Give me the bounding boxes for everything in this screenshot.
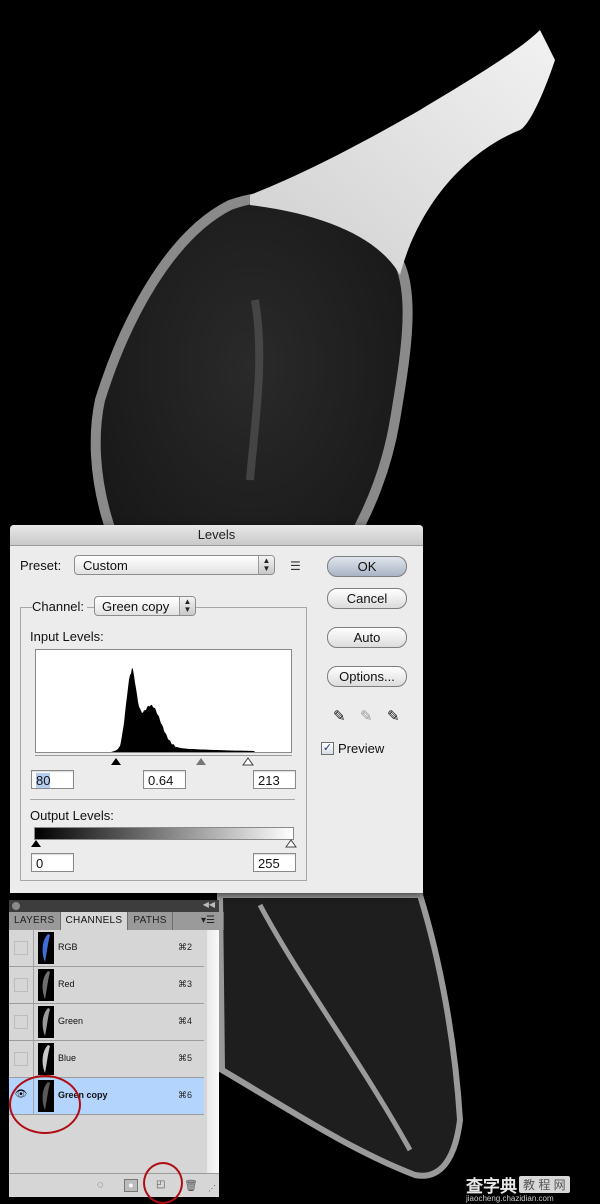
preview-checkbox[interactable]: ✓ [321,742,334,755]
select-stepper-icon: ▲ ▼ [258,556,274,574]
gamma-input-slider[interactable] [195,757,207,766]
white-point-eyedropper-icon[interactable]: ✎ [387,707,400,725]
levels-dialog: Levels Preset: Custom ▲ ▼ ☰ OK Cancel Aut… [10,525,423,893]
input-levels-label: Input Levels: [30,629,104,644]
panel-close-icon[interactable] [12,902,20,910]
channel-name: Green [58,1016,84,1026]
tab-paths[interactable]: PATHS [128,912,173,930]
histogram-slider-track [35,755,292,756]
black-output-slider[interactable] [30,839,42,848]
divider [30,799,295,800]
histogram [35,649,292,753]
channel-thumbnail [38,1006,54,1038]
channel-row[interactable]: Blue ⌘5 [9,1041,204,1078]
annotation-circle-new-channel [143,1162,183,1204]
auto-button[interactable]: Auto [327,627,407,648]
visibility-toggle[interactable] [14,941,28,955]
white-output-slider[interactable] [285,839,297,848]
output-gradient [34,827,294,840]
channel-select[interactable]: Green copy ▲ ▼ [94,596,196,616]
input-white-field[interactable]: 213 [253,770,296,789]
channel-shortcut: ⌘3 [178,979,193,989]
histogram-fill [36,667,291,752]
output-levels-label: Output Levels: [30,808,114,823]
channel-name: Red [58,979,75,989]
panel-title-bar: ◀◀ [9,900,219,912]
output-white-field[interactable]: 255 [253,853,296,872]
visibility-toggle[interactable] [14,1015,28,1029]
select-stepper-icon: ▲ ▼ [179,597,195,615]
save-selection-icon[interactable]: ● [124,1179,138,1192]
channel-thumbnail [38,932,54,964]
watermark-tag: 教 程 网 [519,1176,570,1193]
options-button[interactable]: Options... [327,666,407,687]
tab-spacer [172,912,224,930]
panel-collapse-icon[interactable]: ◀◀ [203,900,215,909]
black-point-eyedropper-icon[interactable]: ✎ [333,707,346,725]
white-input-slider[interactable] [242,757,254,766]
channel-value: Green copy [102,599,170,614]
channel-label: Channel: [32,599,88,614]
visibility-toggle[interactable] [14,978,28,992]
tab-channels[interactable]: CHANNELS [60,912,129,930]
output-black-field[interactable]: 0 [31,853,74,872]
input-gamma-field[interactable]: 0.64 [143,770,186,789]
list-menu-icon[interactable]: ☰ [290,559,301,573]
visibility-toggle[interactable] [14,1052,28,1066]
channel-thumbnail [38,1043,54,1075]
dialog-title: Levels [10,525,423,546]
ok-button[interactable]: OK [327,556,407,577]
cancel-button[interactable]: Cancel [327,588,407,609]
channel-thumbnail [38,969,54,1001]
row-divider [33,1041,34,1077]
panel-scrollbar[interactable] [207,930,219,1175]
preset-select[interactable]: Custom ▲ ▼ [74,555,275,575]
channels-panel: ◀◀ LAYERS CHANNELS PATHS ▾☰ RGB ⌘2 Red ⌘3 Gr… [9,900,224,1197]
panel-menu-icon[interactable]: ▾☰ [201,912,215,930]
channel-shortcut: ⌘6 [178,1090,193,1100]
black-input-slider[interactable] [110,757,122,766]
row-divider [33,930,34,966]
preset-label: Preset: [20,558,62,573]
delete-channel-icon[interactable]: 🗑 [184,1179,198,1192]
channel-name: Blue [58,1053,77,1063]
panel-tabs: LAYERS CHANNELS PATHS ▾☰ [9,912,224,930]
channel-row[interactable]: Red ⌘3 [9,967,204,1004]
channel-shortcut: ⌘5 [178,1053,193,1063]
resize-grip-icon[interactable]: ⋰ [208,1184,216,1193]
preview-label: Preview [338,741,385,756]
row-divider [33,1004,34,1040]
preset-value: Custom [83,558,128,573]
channel-row[interactable]: Green ⌘4 [9,1004,204,1041]
annotation-circle-visibility [9,1075,81,1134]
channel-row[interactable]: RGB ⌘2 [9,930,204,967]
load-selection-icon[interactable]: ◌ [97,1179,104,1191]
channel-shortcut: ⌘2 [178,942,193,952]
tab-layers[interactable]: LAYERS [9,912,61,930]
watermark: 查字典教 程 网 jiaocheng.chazidian.com [466,1172,570,1203]
row-divider [33,967,34,1003]
input-black-field[interactable]: 80 [31,770,74,789]
gray-point-eyedropper-icon[interactable]: ✎ [360,707,373,725]
panel-bottom-bar: ◌ ● ◰ 🗑 ⋰ [9,1173,219,1197]
channel-shortcut: ⌘4 [178,1016,193,1026]
channel-name: RGB [58,942,78,952]
